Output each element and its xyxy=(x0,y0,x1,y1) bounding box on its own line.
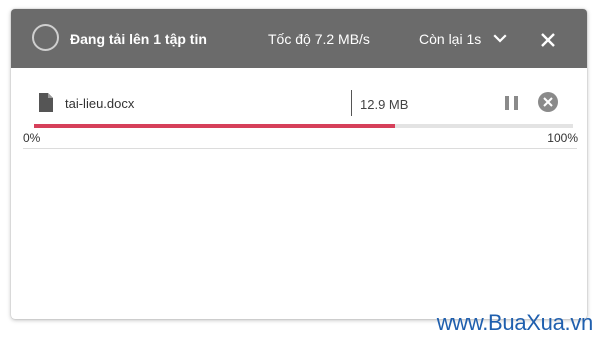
progress-fill xyxy=(34,124,396,128)
file-icon xyxy=(39,93,53,112)
progress-label-start: 0% xyxy=(23,131,41,145)
upload-file-row: tai-lieu.docx 12.9 MB xyxy=(11,68,587,148)
column-divider xyxy=(351,90,352,116)
upload-speed: Tốc độ 7.2 MB/s xyxy=(268,31,370,47)
pause-button[interactable] xyxy=(505,96,519,110)
chevron-down-icon[interactable] xyxy=(492,32,508,46)
file-name: tai-lieu.docx xyxy=(65,96,135,111)
progress-label-end: 100% xyxy=(547,131,578,145)
time-remaining: Còn lại 1s xyxy=(419,31,482,47)
screenshot-stage: Đang tải lên 1 tập tin Tốc độ 7.2 MB/s C… xyxy=(0,0,599,338)
file-size: 12.9 MB xyxy=(360,97,409,112)
close-icon[interactable] xyxy=(539,31,557,49)
site-watermark: www.BuaXua.vn xyxy=(436,310,594,335)
pause-icon xyxy=(505,96,509,110)
row-separator xyxy=(23,148,577,149)
progress-bar xyxy=(34,124,573,128)
pause-icon xyxy=(514,96,518,110)
upload-title: Đang tải lên 1 tập tin xyxy=(70,31,207,47)
upload-dialog: Đang tải lên 1 tập tin Tốc độ 7.2 MB/s C… xyxy=(11,9,587,319)
upload-header: Đang tải lên 1 tập tin Tốc độ 7.2 MB/s C… xyxy=(11,9,587,68)
circle-progress-icon xyxy=(32,24,59,51)
cancel-circle-icon[interactable] xyxy=(538,92,558,112)
